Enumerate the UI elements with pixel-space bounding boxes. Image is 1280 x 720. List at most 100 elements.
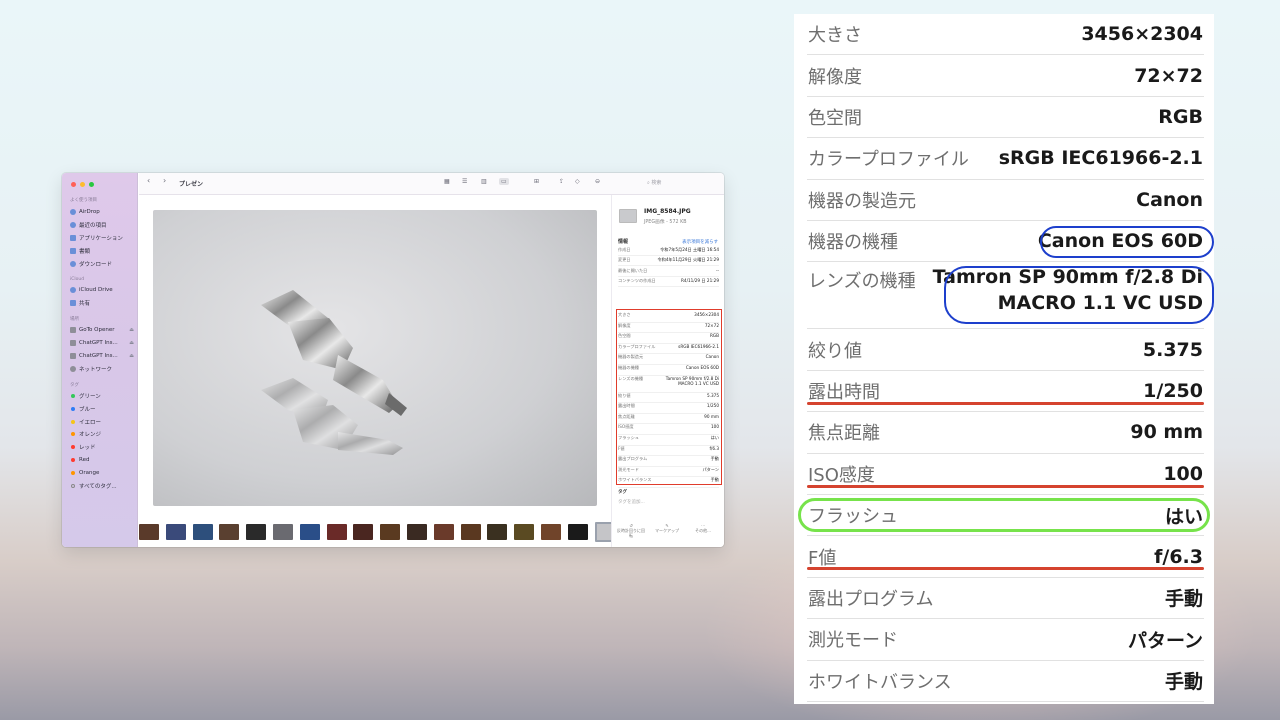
metadata-row-focal-length: 焦点距離 90 mm xyxy=(807,412,1204,454)
metadata-row-color-space: 色空間 RGB xyxy=(807,97,1204,139)
sidebar-section-icloud: iCloud xyxy=(70,277,85,282)
sidebar-item-location[interactable]: ChatGPT Ins... ⏏ xyxy=(70,351,134,361)
add-tag-input[interactable]: タグを追加... xyxy=(618,499,645,505)
sidebar-tag-item[interactable]: すべてのタグ... xyxy=(70,481,134,491)
action-menu-icon[interactable]: ⊖ xyxy=(595,178,600,185)
group-icon[interactable]: ⊞ xyxy=(534,178,539,185)
sidebar-item-downloads[interactable]: ダウンロード xyxy=(70,259,134,269)
eject-icon[interactable]: ⏏ xyxy=(129,353,134,359)
metadata-label: カラープロファイル xyxy=(808,149,969,171)
minimize-button[interactable] xyxy=(80,182,85,187)
sidebar-tag-item[interactable]: イエロー xyxy=(70,417,134,427)
more-button[interactable]: ⋯ その他... xyxy=(688,523,718,533)
metadata-label: ホワイトバランス xyxy=(808,671,952,693)
sidebar-tag-item[interactable]: ブルー xyxy=(70,404,134,414)
network-icon xyxy=(70,366,76,372)
markup-button[interactable]: ✎ マークアップ xyxy=(652,523,682,533)
list-view-icon[interactable]: ☰ xyxy=(462,178,467,185)
filmstrip-thumbnail[interactable] xyxy=(246,524,267,540)
metadata-row-size: 大きさ 3456×2304 xyxy=(807,14,1204,56)
sidebar-item-documents[interactable]: 書類 xyxy=(70,246,134,256)
back-button[interactable]: ‹ xyxy=(147,176,150,185)
metadata-row-white-balance: ホワイトバランス 手動 xyxy=(807,661,1204,702)
metadata-label: ISO感度 xyxy=(808,464,875,486)
metadata-value: 3456×2304 xyxy=(1081,23,1203,46)
red-underline-f-number xyxy=(807,567,1204,570)
window-title: プレゼン xyxy=(179,181,204,188)
filmstrip-thumbnail[interactable] xyxy=(380,524,401,540)
metadata-row-resolution: 解像度 72×72 xyxy=(807,55,1204,97)
forward-button[interactable]: › xyxy=(163,176,166,185)
close-button[interactable] xyxy=(71,182,76,187)
finder-toolbar: ‹ › プレゼン ▦ ☰ ▥ ▭ ⊞ ⇪ ◇ ⊖ ⌕ 検索 xyxy=(139,173,724,195)
red-underline-iso xyxy=(807,485,1204,488)
clock-icon xyxy=(70,222,76,228)
filmstrip-thumbnail[interactable] xyxy=(433,524,454,540)
sidebar-item-applications[interactable]: アプリケーション xyxy=(70,233,134,243)
metadata-label: 解像度 xyxy=(808,66,862,88)
sidebar-tag-item[interactable]: レッド xyxy=(70,442,134,452)
dental-abutment-photo xyxy=(261,290,407,455)
preview-panel: IMG_8584.JPG JPEG画像 - 572 KB 情報 表示項目を減らす… xyxy=(611,195,724,547)
metadata-label: 焦点距離 xyxy=(808,423,880,445)
metadata-value: 5.375 xyxy=(1142,338,1203,361)
eject-icon[interactable]: ⏏ xyxy=(129,340,134,346)
filmstrip-thumbnail[interactable] xyxy=(139,524,159,540)
sidebar-item-airdrop[interactable]: AirDrop xyxy=(70,207,134,217)
sidebar-item-location[interactable]: GoTo Opener ⏏ xyxy=(70,325,134,335)
icon-view-icon[interactable]: ▦ xyxy=(444,178,450,185)
filmstrip-thumbnail[interactable] xyxy=(407,524,427,540)
sidebar-section-locations: 場所 xyxy=(70,317,79,322)
sidebar-section-tags: タグ xyxy=(70,383,79,388)
filmstrip-thumbnail[interactable] xyxy=(514,524,535,540)
metadata-value: パターン xyxy=(1127,629,1203,652)
document-icon xyxy=(70,248,76,254)
metadata-value: Canon xyxy=(1136,188,1203,211)
sidebar-tag-item[interactable]: グリーン xyxy=(70,391,134,401)
filmstrip-thumbnail[interactable] xyxy=(487,524,508,540)
metadata-label: 機器の機種 xyxy=(808,232,898,254)
green-highlight-flash xyxy=(798,498,1210,532)
sidebar-item-recents[interactable]: 最近の項目 xyxy=(70,220,134,230)
filmstrip-thumbnail[interactable] xyxy=(273,524,293,540)
gallery-view-icon[interactable]: ▭ xyxy=(499,178,509,185)
metadata-label: 大きさ xyxy=(808,25,862,47)
metadata-row-aperture: 絞り値 5.375 xyxy=(807,329,1204,371)
sidebar-tag-item[interactable]: Orange xyxy=(70,468,134,478)
red-underline-exposure-time xyxy=(807,402,1204,405)
metadata-label: 露出プログラム xyxy=(808,588,934,610)
filmstrip-thumbnail[interactable] xyxy=(165,524,186,540)
airdrop-icon xyxy=(70,209,76,215)
image-preview[interactable] xyxy=(153,210,597,506)
metadata-row-iso: ISO感度 100 xyxy=(807,454,1204,495)
show-less-link[interactable]: 表示項目を減らす xyxy=(682,239,718,245)
red-highlight-box xyxy=(616,309,722,485)
metadata-value: 手動 xyxy=(1164,671,1203,694)
disk-icon xyxy=(70,353,76,359)
sidebar-item-network[interactable]: ネットワーク xyxy=(70,364,134,374)
eject-icon[interactable]: ⏏ xyxy=(129,327,134,333)
filmstrip-thumbnail[interactable] xyxy=(326,524,347,540)
column-view-icon[interactable]: ▥ xyxy=(481,178,487,185)
filmstrip-thumbnail[interactable] xyxy=(219,524,240,540)
filmstrip-thumbnail[interactable] xyxy=(353,524,374,540)
shared-folder-icon xyxy=(70,300,76,306)
share-icon[interactable]: ⇪ xyxy=(559,178,564,185)
filmstrip-thumbnail[interactable] xyxy=(192,524,213,540)
tag-icon[interactable]: ◇ xyxy=(575,178,580,185)
filmstrip-thumbnail[interactable] xyxy=(567,524,588,540)
search-input[interactable]: ⌕ 検索 xyxy=(644,178,716,189)
rotate-left-button[interactable]: ↺ 反時計回りに回転 xyxy=(616,523,646,538)
filmstrip-thumbnail[interactable] xyxy=(460,524,481,540)
zoom-button[interactable] xyxy=(89,182,94,187)
filmstrip-thumbnail[interactable] xyxy=(299,524,320,540)
sidebar-item-shared[interactable]: 共有 xyxy=(70,298,134,308)
sidebar-tag-item[interactable]: Red xyxy=(70,455,134,465)
sidebar-item-icloud-drive[interactable]: iCloud Drive xyxy=(70,285,134,295)
sidebar-item-location[interactable]: ChatGPT Ins... ⏏ xyxy=(70,338,134,348)
metadata-label: 絞り値 xyxy=(808,340,862,362)
finder-sidebar: よく使う項目 AirDrop 最近の項目 アプリケーション 書類 ダウンロード … xyxy=(62,173,138,547)
sidebar-tag-item[interactable]: オレンジ xyxy=(70,429,134,439)
metadata-value: 100 xyxy=(1163,462,1203,485)
filmstrip-thumbnail[interactable] xyxy=(541,524,561,540)
